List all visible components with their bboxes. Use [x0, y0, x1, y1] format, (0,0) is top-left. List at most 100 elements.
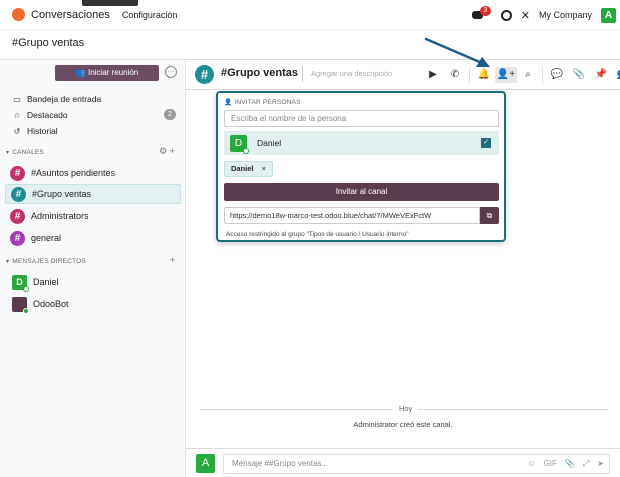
day-label: Hoy — [393, 404, 419, 413]
gif-button[interactable]: GIF — [544, 459, 557, 469]
divider — [542, 67, 543, 83]
more-options-button[interactable]: ··· — [165, 66, 177, 78]
breadcrumb-bar: #Grupo ventas — [0, 30, 620, 60]
channel-label: #Grupo ventas — [32, 189, 92, 199]
channel-label: #Asuntos pendientes — [31, 168, 116, 178]
composer-actions: ☺ GIF 📎 ⤢ ➤ — [527, 459, 604, 469]
thread-title[interactable]: #Grupo ventas — [221, 67, 298, 79]
tools-icon[interactable]: ✕ — [521, 9, 530, 22]
attachment-icon[interactable]: 📎 — [568, 67, 590, 83]
selected-partner-chip: Daniel × — [224, 161, 273, 177]
chip-label: Daniel — [231, 164, 254, 173]
avatar: D — [230, 134, 249, 154]
plus-icon[interactable]: + — [170, 255, 175, 265]
status-dot — [23, 285, 29, 292]
gear-icon[interactable]: ⚙ — [159, 146, 167, 156]
sidebar: 👥 Iniciar reunión ··· ▭ Bandeja de entra… — [0, 60, 186, 477]
send-icon[interactable]: ➤ — [597, 459, 604, 469]
channel-administrators[interactable]: # Administrators — [5, 206, 181, 226]
dm-daniel[interactable]: D Daniel — [5, 272, 181, 292]
chevron-down-icon: ▾ — [6, 259, 10, 265]
start-meeting-label: Iniciar reunión — [87, 68, 139, 77]
star-icon: ☆ — [13, 110, 21, 120]
dm-label: Daniel — [33, 277, 59, 287]
activity-clock-icon[interactable] — [500, 9, 512, 21]
channel-asuntos-pendientes[interactable]: # #Asuntos pendientes — [5, 163, 181, 183]
direct-messages-section-header[interactable]: ▾ MENSAJES DIRECTOS — [6, 258, 86, 265]
sidebar-item-label: Historial — [27, 126, 58, 136]
company-switcher[interactable]: My Company — [539, 10, 592, 20]
history-icon: ↺ — [13, 126, 21, 136]
add-user-icon: 👤 — [224, 99, 233, 106]
notification-badge: 3 — [479, 6, 491, 16]
chip-remove-button[interactable]: × — [262, 164, 266, 173]
channel-hash-icon: # — [11, 186, 26, 202]
invite-checkbox[interactable]: ✓ — [481, 138, 491, 148]
sidebar-item-history[interactable]: ↺ Historial — [0, 124, 186, 138]
dm-odoobot[interactable]: OdooBot — [5, 294, 181, 314]
sidebar-item-label: Bandeja de entrada — [27, 94, 102, 104]
tooltip — [82, 0, 138, 6]
channel-general[interactable]: # general — [5, 228, 181, 248]
channel-created-notice: Administrator creó este canal. — [353, 420, 453, 429]
thread-header: # #Grupo ventas Agregar una descripción … — [186, 60, 620, 90]
threads-icon[interactable]: 💬 — [546, 67, 568, 83]
sidebar-item-starred[interactable]: ☆ Destacado 2 — [0, 108, 186, 122]
navbar-right: 3 ✕ My Company A — [471, 0, 616, 30]
dm-label: OdooBot — [33, 299, 69, 309]
invite-result-name: Daniel — [257, 138, 282, 148]
user-avatar[interactable]: A — [601, 7, 616, 23]
channels-section-actions: ⚙ + — [159, 146, 175, 157]
avatar-initial: D — [234, 137, 243, 149]
channel-grupo-ventas[interactable]: # #Grupo ventas — [5, 184, 181, 204]
page-title: #Grupo ventas — [12, 37, 85, 49]
app-name[interactable]: Conversaciones — [31, 9, 110, 21]
access-restriction-note: Acceso restringido al grupo "Tipos de us… — [226, 231, 409, 238]
emoji-icon[interactable]: ☺ — [527, 459, 535, 469]
description-input[interactable]: Agregar una descripción — [302, 66, 402, 82]
channel-hash-icon: # — [10, 230, 25, 246]
composer: A Mensaje ##Grupo ventas... ☺ GIF 📎 ⤢ ➤ — [186, 448, 620, 477]
copy-link-button[interactable]: ⧉ — [480, 207, 499, 224]
dm-header-label: MENSAJES DIRECTOS — [12, 258, 86, 265]
invite-header-label: INVITAR PERSONAS — [234, 99, 301, 106]
status-dot — [23, 307, 29, 314]
invite-result-row[interactable]: D Daniel ✓ — [224, 131, 499, 155]
avatar: D — [12, 274, 29, 292]
avatar-initial: D — [16, 276, 23, 287]
channel-hash-icon: # — [10, 208, 25, 224]
starred-count-badge: 2 — [164, 109, 176, 120]
invite-to-channel-button[interactable]: Invitar al canal — [224, 183, 499, 201]
inbox-icon: ▭ — [13, 94, 21, 104]
sidebar-item-inbox[interactable]: ▭ Bandeja de entrada — [0, 92, 186, 106]
channel-hash-icon: # — [10, 165, 25, 181]
invite-search-input[interactable]: Escriba el nombre de la persona — [224, 110, 499, 127]
attachment-icon[interactable]: 📎 — [565, 459, 575, 469]
channel-label: general — [31, 233, 62, 243]
members-icon[interactable]: 👥 — [612, 67, 620, 83]
pin-icon[interactable]: 📌 — [590, 67, 612, 83]
start-meeting-button[interactable]: 👥 Iniciar reunión — [55, 65, 159, 81]
chevron-down-icon: ▾ — [6, 150, 10, 156]
invite-link-field[interactable]: https://demo18w-marco-test.odoo.blue/cha… — [224, 207, 480, 224]
channel-label: Administrators — [31, 211, 89, 221]
expand-icon[interactable]: ⤢ — [583, 459, 589, 469]
users-icon: 👥 — [75, 68, 86, 77]
status-dot — [243, 147, 249, 154]
channels-section-header[interactable]: ▾ CANALES — [6, 149, 44, 156]
channel-avatar-icon: # — [195, 65, 214, 84]
odoobot-avatar-icon — [12, 296, 29, 314]
sidebar-item-label: Destacado — [27, 110, 68, 120]
channels-header-label: CANALES — [12, 149, 44, 156]
chat-icon[interactable]: 3 — [471, 6, 491, 21]
plus-icon[interactable]: + — [170, 146, 175, 156]
annotation-arrow-icon — [424, 37, 490, 67]
invite-header: 👤 INVITAR PERSONAS — [224, 98, 301, 106]
composer-avatar: A — [196, 454, 215, 473]
menu-configuration[interactable]: Configuración — [122, 10, 178, 20]
search-icon[interactable]: ⌕ — [517, 67, 539, 83]
app-logo-icon[interactable] — [12, 8, 25, 21]
invite-popover: 👤 INVITAR PERSONAS Escriba el nombre de … — [216, 91, 506, 242]
top-navbar: Conversaciones Configuración 3 ✕ My Comp… — [0, 0, 620, 30]
dm-section-actions: + — [170, 255, 175, 265]
